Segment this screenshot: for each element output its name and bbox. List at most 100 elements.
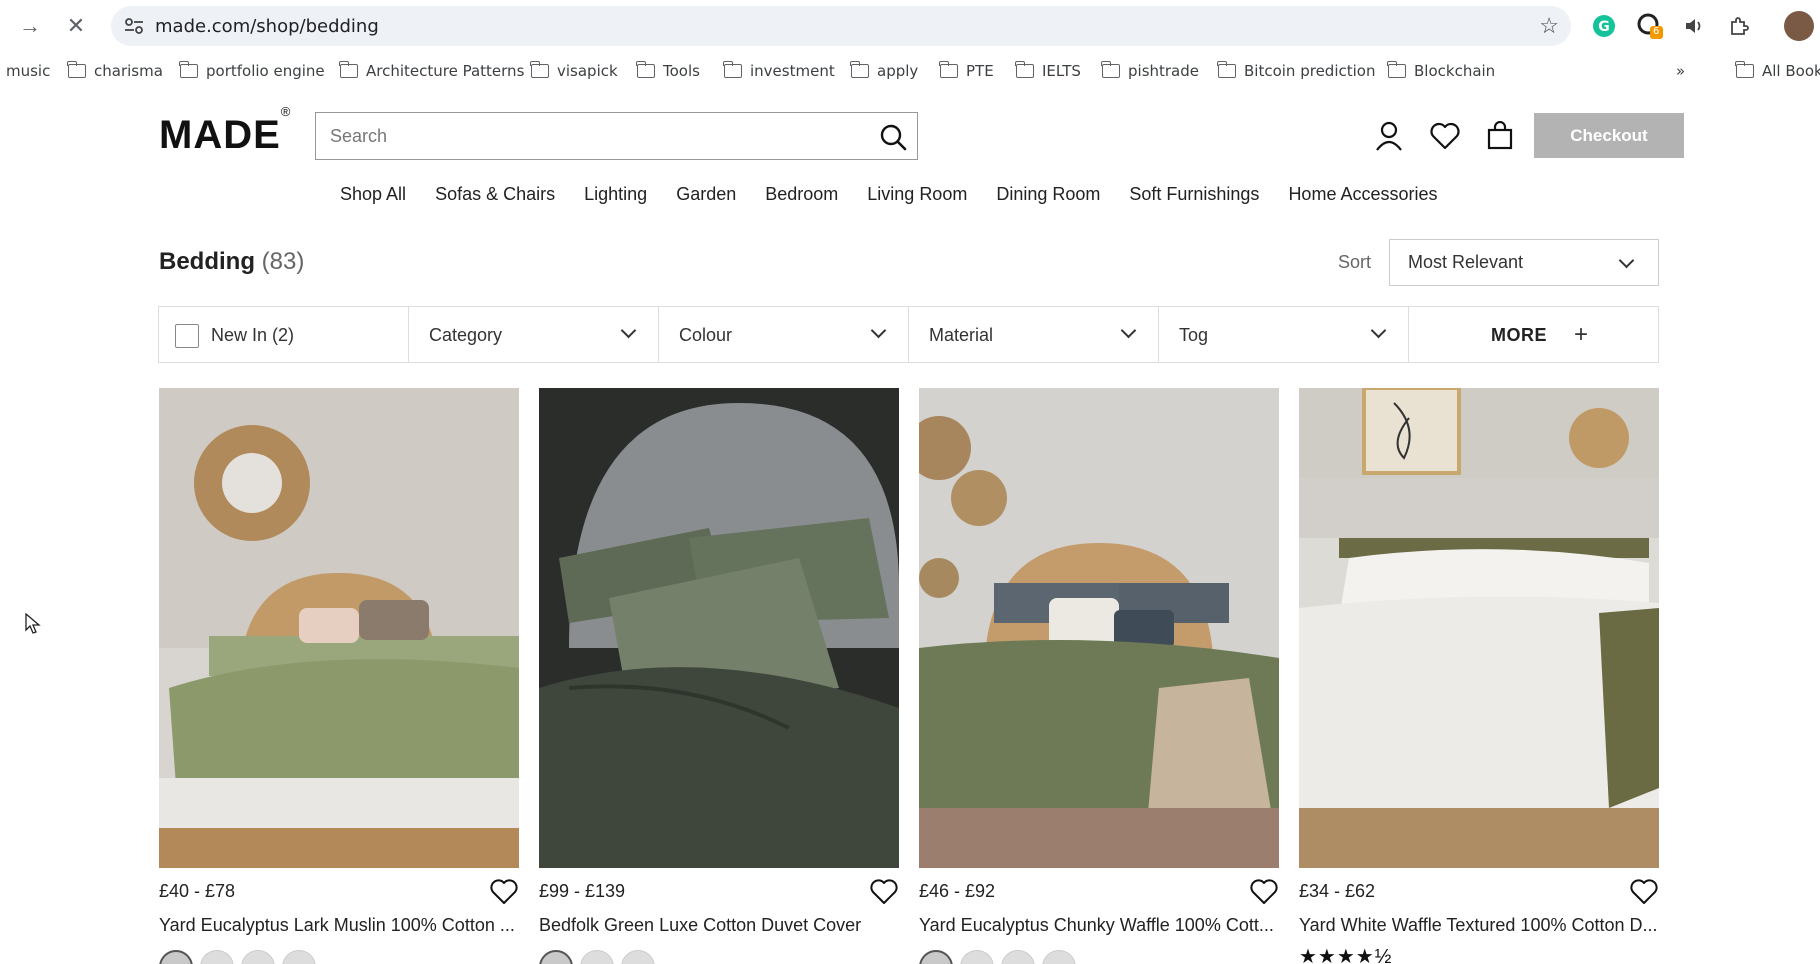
folder-icon (1015, 61, 1034, 78)
bookmark-bitcoin-prediction[interactable]: Bitcoin prediction (1217, 61, 1375, 80)
url-text[interactable]: made.com/shop/bedding (155, 16, 379, 37)
nav-soft-furnishings[interactable]: Soft Furnishings (1129, 184, 1259, 210)
bookmark-visapick[interactable]: visapick (530, 61, 618, 80)
filter-material[interactable]: Material (909, 307, 1159, 362)
bookmark-ielts[interactable]: IELTS (1015, 61, 1081, 80)
nav-home-accessories[interactable]: Home Accessories (1288, 184, 1437, 210)
filter-more[interactable]: MORE + (1409, 307, 1658, 362)
wishlist-heart-icon[interactable] (1428, 119, 1462, 153)
colour-swatch[interactable] (200, 950, 234, 964)
forward-icon[interactable]: → (14, 10, 46, 42)
bookmark-star-icon[interactable]: ☆ (1539, 13, 1559, 39)
filter-tog[interactable]: Tog (1159, 307, 1409, 362)
folder-icon (339, 61, 358, 78)
search-input[interactable] (330, 123, 850, 149)
filter-bar: New In (2) Category Colour Material Tog … (158, 306, 1659, 363)
nav-living-room[interactable]: Living Room (867, 184, 967, 210)
product-name[interactable]: Bedfolk Green Luxe Cotton Duvet Cover (539, 915, 899, 936)
shopping-bag-icon[interactable] (1483, 119, 1517, 153)
colour-swatch[interactable] (580, 950, 614, 964)
bookmark-blockchain[interactable]: Blockchain (1387, 61, 1495, 80)
colour-swatch[interactable] (621, 950, 655, 964)
bookmark-all-bookmarks[interactable]: All Book (1735, 61, 1820, 80)
colour-swatch[interactable] (159, 950, 193, 964)
filter-new-in[interactable]: New In (2) (159, 307, 409, 362)
stop-loading-icon[interactable]: ✕ (60, 10, 92, 42)
sort-dropdown[interactable]: Most Relevant (1389, 239, 1659, 286)
site-settings-icon[interactable] (123, 16, 145, 36)
nav-lighting[interactable]: Lighting (584, 184, 647, 210)
wishlist-heart-icon[interactable] (489, 878, 519, 906)
folder-icon (939, 61, 958, 78)
folder-icon (1387, 61, 1406, 78)
chevron-down-icon (620, 322, 637, 339)
folder-icon (67, 61, 86, 78)
folder-icon (850, 61, 869, 78)
grammarly-extension-icon[interactable]: G (1590, 12, 1618, 40)
colour-swatch[interactable] (960, 950, 994, 964)
folder-icon (1217, 61, 1236, 78)
media-control-icon[interactable] (1680, 12, 1708, 40)
made-logo[interactable]: MADE® (159, 104, 291, 158)
product-price: £99 - £139 (539, 881, 626, 901)
product-price: £34 - £62 (1299, 881, 1376, 901)
extension-badge: 6 (1653, 26, 1660, 37)
bookmark-architecture-patterns[interactable]: Architecture Patterns (339, 61, 524, 80)
profile-avatar[interactable] (1784, 11, 1814, 41)
filter-colour[interactable]: Colour (659, 307, 909, 362)
nav-shop-all[interactable]: Shop All (340, 184, 406, 210)
product-name[interactable]: Yard White Waffle Textured 100% Cotton D… (1299, 915, 1659, 936)
star-rating: ★★★★½ (1299, 946, 1393, 964)
folder-icon (723, 61, 742, 78)
folder-icon (1101, 61, 1120, 78)
account-icon[interactable] (1372, 119, 1406, 153)
mouse-cursor-icon (25, 613, 41, 634)
bookmark-investment[interactable]: investment (723, 61, 835, 80)
extension-icon[interactable]: 6 (1636, 12, 1664, 40)
product-name[interactable]: Yard Eucalyptus Chunky Waffle 100% Cott.… (919, 915, 1279, 936)
product-image[interactable] (919, 388, 1279, 868)
product-image[interactable] (1299, 388, 1659, 868)
bookmark-apply[interactable]: apply (850, 61, 918, 80)
wishlist-heart-icon[interactable] (1629, 878, 1659, 906)
colour-swatch[interactable] (282, 950, 316, 964)
extensions-puzzle-icon[interactable] (1725, 12, 1753, 40)
colour-swatch[interactable] (919, 950, 953, 964)
bookmark-charisma[interactable]: charisma (67, 61, 163, 80)
bookmark-pishtrade[interactable]: pishtrade (1101, 61, 1199, 80)
product-image[interactable] (159, 388, 519, 868)
svg-text:G: G (1598, 19, 1610, 35)
colour-swatch[interactable] (1001, 950, 1035, 964)
nav-garden[interactable]: Garden (676, 184, 736, 210)
chevron-down-icon (1120, 322, 1137, 339)
folder-icon (179, 61, 198, 78)
nav-sofas-chairs[interactable]: Sofas & Chairs (435, 184, 555, 210)
checkout-button[interactable]: Checkout (1534, 113, 1684, 158)
colour-swatch[interactable] (1042, 950, 1076, 964)
product-price: £46 - £92 (919, 881, 996, 901)
product-image[interactable] (539, 388, 899, 868)
nav-bedroom[interactable]: Bedroom (765, 184, 838, 210)
sort-label: Sort (1338, 252, 1372, 272)
nav-dining-room[interactable]: Dining Room (996, 184, 1100, 210)
colour-swatches (159, 950, 316, 964)
bookmark-pte[interactable]: PTE (939, 61, 994, 80)
bookmarks-overflow-button[interactable]: » (1676, 62, 1685, 80)
bookmark-music[interactable]: music (6, 62, 50, 80)
bookmark-tools[interactable]: Tools (636, 61, 700, 80)
product-name[interactable]: Yard Eucalyptus Lark Muslin 100% Cotton … (159, 915, 519, 936)
folder-icon (1735, 61, 1754, 78)
search-icon[interactable] (877, 121, 909, 153)
main-navigation: Shop All Sofas & Chairs Lighting Garden … (340, 184, 1467, 210)
folder-icon (530, 61, 549, 78)
filter-category[interactable]: Category (409, 307, 659, 362)
product-price: £40 - £78 (159, 881, 236, 901)
bookmark-portfolio-engine[interactable]: portfolio engine (179, 61, 325, 80)
new-in-checkbox[interactable] (175, 324, 199, 348)
wishlist-heart-icon[interactable] (869, 878, 899, 906)
colour-swatch[interactable] (539, 950, 573, 964)
colour-swatch[interactable] (241, 950, 275, 964)
address-bar[interactable]: made.com/shop/bedding ☆ (111, 6, 1571, 46)
wishlist-heart-icon[interactable] (1249, 878, 1279, 906)
browser-toolbar: → ✕ made.com/shop/bedding ☆ G 6 (0, 0, 1820, 52)
